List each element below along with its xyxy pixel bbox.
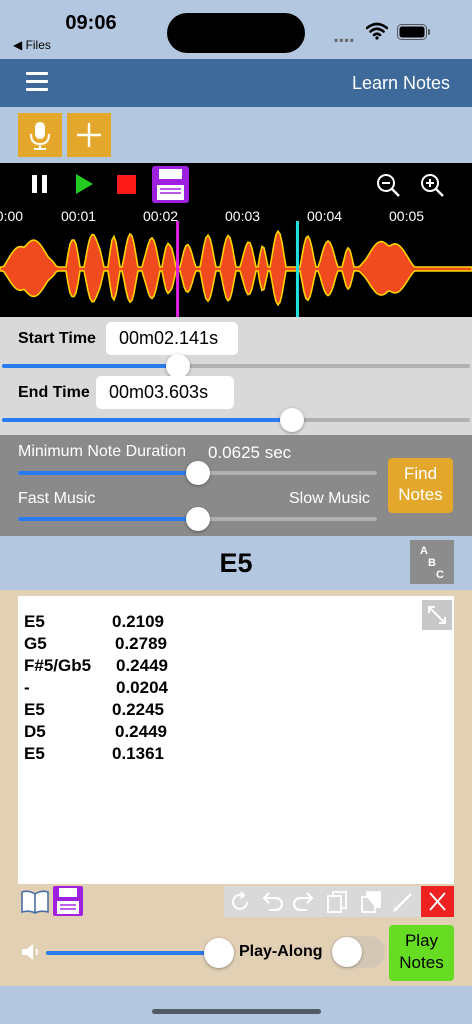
duration-panel: Minimum Note Duration 0.0625 sec Fast Mu… xyxy=(0,435,472,536)
pause-icon[interactable] xyxy=(29,173,51,195)
waveform-shape xyxy=(0,229,472,307)
waveform-panel: 00:00 00:01 00:02 00:03 00:04 00:05 xyxy=(0,163,472,317)
note-duration: 0.2245 xyxy=(112,700,164,719)
undo-icon[interactable] xyxy=(259,889,285,915)
save-icon[interactable] xyxy=(152,166,189,203)
home-bar xyxy=(0,986,472,1024)
signal-icon: ▪▪▪▪ xyxy=(334,33,356,47)
find-notes-line2: Notes xyxy=(398,485,443,504)
start-time-field[interactable]: 00m02.141s xyxy=(106,322,238,355)
note-name: E5 xyxy=(24,700,45,719)
audio-waveform[interactable] xyxy=(0,221,472,317)
note-name: G5 xyxy=(24,634,47,653)
note-name: D5 xyxy=(24,722,46,741)
current-note-header: E5 A B C xyxy=(0,536,472,590)
note-duration: 0.2449 xyxy=(116,656,168,675)
min-duration-value: 0.0625 sec xyxy=(208,443,292,462)
status-time: 09:06 xyxy=(65,12,117,34)
speed-fill xyxy=(18,517,198,521)
wifi-icon xyxy=(366,22,388,40)
record-button[interactable] xyxy=(18,113,62,157)
copy-icon[interactable] xyxy=(324,889,350,915)
paste-icon[interactable] xyxy=(358,889,384,915)
fast-music-label: Fast Music xyxy=(18,490,96,507)
note-duration: 0.2109 xyxy=(112,612,164,631)
dynamic-island xyxy=(167,13,305,53)
note-duration: 0.2449 xyxy=(115,722,167,741)
zoom-out-icon[interactable] xyxy=(375,172,401,198)
battery-icon xyxy=(397,24,430,40)
note-name: - xyxy=(24,678,30,697)
book-icon[interactable] xyxy=(20,889,50,915)
end-time-label: End Time xyxy=(18,384,90,401)
note-name: F#5/Gb5 xyxy=(24,656,92,675)
end-time-fill xyxy=(2,418,293,422)
nav-bar: Learn Notes xyxy=(0,59,472,107)
duration-slider-thumb[interactable] xyxy=(185,461,210,485)
notes-panel: E5 0.2109 G5 0.2789 F#5/Gb5 0.2449 -0.0204 … xyxy=(0,590,472,986)
notes-list[interactable]: E5 0.2109 G5 0.2789 F#5/Gb5 0.2449 -0.0204 … xyxy=(18,596,454,884)
close-icon xyxy=(429,892,446,911)
abc-letter: B xyxy=(428,557,436,569)
abc-letter: A xyxy=(420,545,428,557)
abc-notation-button[interactable]: A B C xyxy=(410,540,454,584)
page-title: Learn Notes xyxy=(351,73,450,93)
note-duration: 0.2789 xyxy=(115,634,167,653)
expand-icon[interactable] xyxy=(422,600,452,630)
play-icon[interactable] xyxy=(73,173,95,195)
stop-icon[interactable] xyxy=(116,174,138,196)
pencil-icon[interactable] xyxy=(390,889,416,915)
back-to-files-link[interactable]: ◀ Files xyxy=(13,38,51,52)
volume-fill xyxy=(46,951,219,955)
speaker-icon xyxy=(22,944,38,960)
start-time-fill xyxy=(2,364,178,368)
microphone-icon xyxy=(30,122,50,150)
range-panel: Start Time 00m02.141s End Time 00m03.603… xyxy=(0,317,472,435)
current-note: E5 xyxy=(219,548,253,578)
min-duration-label: Minimum Note Duration xyxy=(18,443,187,460)
end-time-slider-thumb[interactable] xyxy=(280,408,305,432)
abc-letter: C xyxy=(436,569,444,581)
play-along-label: Play-Along xyxy=(239,943,323,960)
redo-icon[interactable] xyxy=(291,889,317,915)
volume-slider-thumb[interactable] xyxy=(203,938,234,968)
start-time-slider-thumb[interactable] xyxy=(165,354,190,378)
find-notes-button[interactable]: Find Notes xyxy=(388,458,453,513)
play-along-toggle[interactable] xyxy=(331,936,385,968)
end-time-field[interactable]: 00m03.603s xyxy=(96,376,234,409)
find-notes-line1: Find xyxy=(403,464,438,483)
play-notes-line1: Play xyxy=(404,931,439,950)
toggle-knob xyxy=(332,937,362,967)
play-notes-button[interactable]: Play Notes xyxy=(389,925,454,981)
duration-fill xyxy=(18,471,198,475)
close-button[interactable] xyxy=(421,886,454,917)
home-indicator[interactable] xyxy=(152,1009,321,1014)
note-name: E5 xyxy=(24,744,45,763)
plus-icon xyxy=(77,123,101,147)
edit-toolbar xyxy=(224,886,454,917)
zoom-in-icon[interactable] xyxy=(419,172,445,198)
status-bar: 09:06 ◀ Files ▪▪▪▪ xyxy=(0,0,472,59)
note-duration: 0.0204 xyxy=(116,678,168,697)
save-icon[interactable] xyxy=(53,886,83,916)
play-notes-line2: Notes xyxy=(399,953,444,972)
slow-music-label: Slow Music xyxy=(289,490,370,507)
speed-slider-thumb[interactable] xyxy=(185,507,210,531)
refresh-icon[interactable] xyxy=(227,889,253,915)
add-button[interactable] xyxy=(67,113,111,157)
start-time-label: Start Time xyxy=(18,330,96,347)
note-duration: 0.1361 xyxy=(112,744,164,763)
note-name: E5 xyxy=(24,612,45,631)
hamburger-menu-icon[interactable] xyxy=(26,72,48,94)
